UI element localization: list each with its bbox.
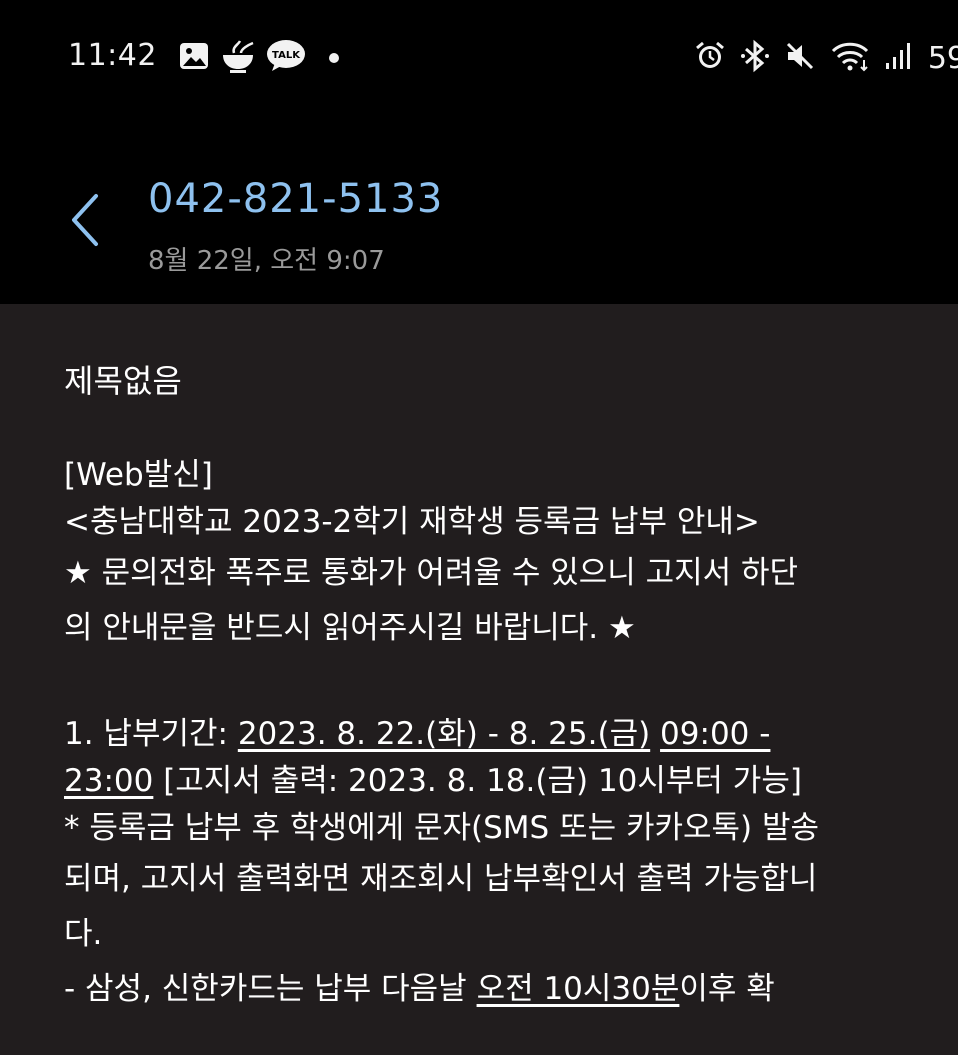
message-body: [Web발신] <충남대학교 2023-2학기 재학생 등록금 납부 안내> ★… [64,452,958,1017]
status-bar: 11:42 TALK 59 [0,0,958,120]
message-view[interactable]: 제목없음 [Web발신] <충남대학교 2023-2학기 재학생 등록금 납부 … [0,304,958,1055]
status-left-icons: TALK [178,40,340,76]
kakaotalk-icon: TALK [266,39,306,77]
mute-icon [784,40,816,76]
text-segment: [고지서 출력: 2023. 8. 18.(금) 10시부터 가능] [153,763,802,799]
payment-period-link[interactable]: 2023. 8. 22.(화) - 8. 25.(금) [238,716,650,752]
message-line: 23:00 [고지서 출력: 2023. 8. 18.(금) 10시부터 가능] [64,758,958,805]
gallery-icon [178,40,210,76]
payment-time-link[interactable]: 09:00 - [660,716,770,752]
back-button[interactable] [60,190,110,250]
kakaotalk-badge: TALK [272,50,301,61]
status-right-icons: 59 [694,39,958,77]
message-line: 의 안내문을 반드시 읽어주시길 바랍니다. ★ [64,610,636,646]
wifi-icon [830,40,870,76]
time-link[interactable]: 오전 10시30분 [477,971,680,1007]
conversation-header: 042-821-5133 8월 22일, 오전 9:07 [0,120,958,304]
message-date: 8월 22일, 오전 9:07 [148,246,385,276]
chevron-left-icon [72,194,98,246]
message-line: * 등록금 납부 후 학생에게 문자(SMS 또는 카카오톡) 발송 [64,810,820,846]
text-segment [650,716,660,752]
status-time: 11:42 [68,38,157,73]
message-line: [Web발신] [64,457,213,493]
message-subject: 제목없음 [64,362,182,400]
sender-number[interactable]: 042-821-5133 [148,176,443,222]
message-line: <충남대학교 2023-2학기 재학생 등록금 납부 안내> [64,504,760,540]
message-line: 되며, 고지서 출력화면 재조회시 납부확인서 출력 가능합니 [64,861,818,897]
bluetooth-icon [740,39,770,77]
text-segment: 이후 확 [679,971,775,1007]
message-line: 1. 납부기간: 2023. 8. 22.(화) - 8. 25.(금) 09:… [64,711,958,758]
message-line: 다. [64,916,103,952]
payment-time-link[interactable]: 23:00 [64,763,153,799]
alarm-icon [694,40,726,76]
signal-icon [884,41,914,75]
text-segment: 1. 납부기간: [64,716,238,752]
message-line: ★ 문의전화 폭주로 통화가 어려울 수 있으니 고지서 하단 [64,555,799,591]
battery-level: 59 [927,40,958,76]
text-segment: - 삼성, 신한카드는 납부 다음날 [64,971,477,1007]
notification-dot-icon [328,49,340,68]
message-line: - 삼성, 신한카드는 납부 다음날 오전 10시30분이후 확 [64,962,958,1017]
food-bowl-icon [220,39,256,77]
